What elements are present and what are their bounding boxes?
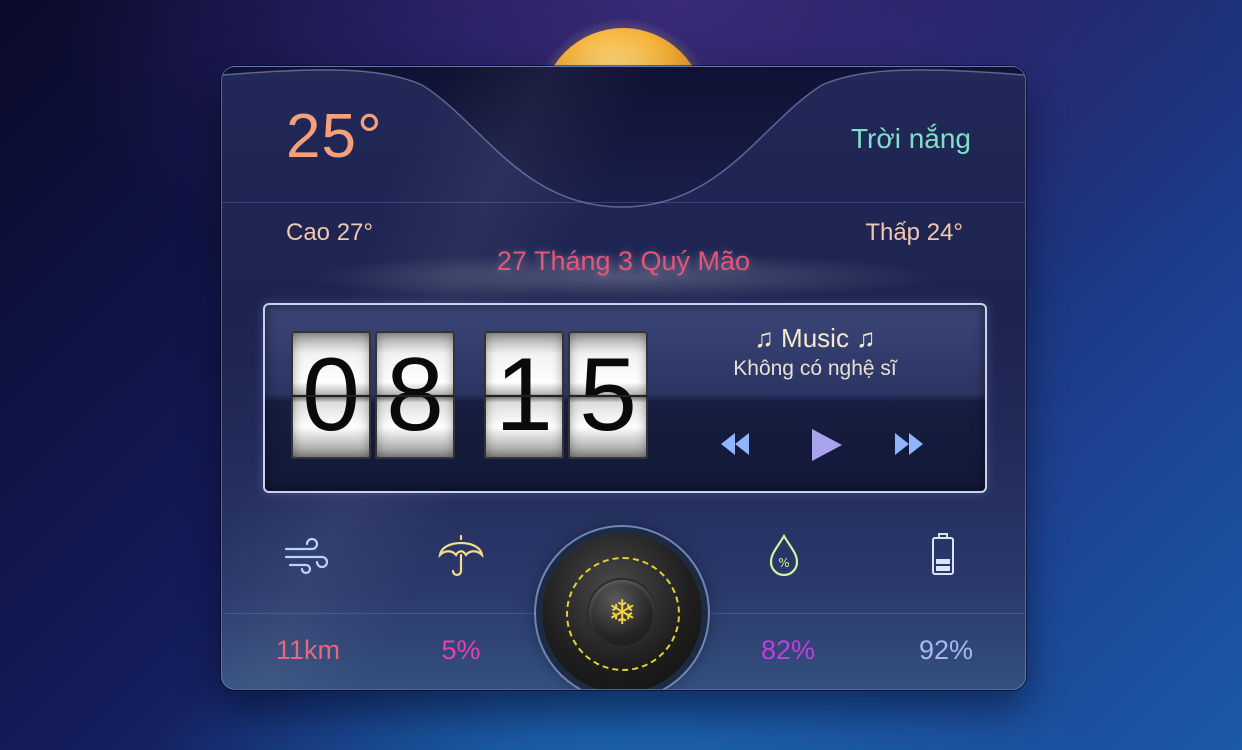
wind-value: 11km <box>275 635 341 665</box>
humidity-drop-icon: % <box>769 533 799 577</box>
rewind-icon[interactable] <box>717 429 753 459</box>
battery-icon <box>932 533 954 575</box>
umbrella-icon <box>438 534 484 577</box>
weather-widget: 25° Trời nắng Cao 27° Thấp 24° 27 Tháng … <box>221 66 1026 690</box>
weather-condition: Trời nắng <box>850 123 971 154</box>
battery-value: 92% <box>918 635 974 665</box>
play-icon[interactable] <box>806 425 846 465</box>
high-temperature: Cao 27° <box>286 219 373 246</box>
hour-ones-digit: 8 <box>375 331 455 459</box>
divider <box>222 202 1025 203</box>
ac-dial[interactable]: ❄ <box>542 533 702 689</box>
minute-ones-digit: 5 <box>568 331 648 459</box>
rain-chance-value: 5% <box>441 635 481 665</box>
clock-hours: 0 8 <box>291 331 455 459</box>
lunar-date: 27 Tháng 3 Quý Mão <box>496 246 751 276</box>
svg-text:%: % <box>778 556 789 570</box>
music-title: ♫ Music ♫ <box>754 323 876 353</box>
clock-music-panel: 0 8 1 5 ♫ Music ♫ Không có nghệ sĩ <box>263 303 987 493</box>
minute-tens-digit: 1 <box>484 331 564 459</box>
snowflake-icon[interactable]: ❄ <box>589 580 655 646</box>
hour-tens-digit: 0 <box>291 331 371 459</box>
low-temperature: Thấp 24° <box>865 219 963 246</box>
fast-forward-icon[interactable] <box>891 429 927 459</box>
clock-minutes: 1 5 <box>484 331 648 459</box>
music-artist: Không có nghệ sĩ <box>733 357 897 380</box>
humidity-value: 82% <box>760 635 816 665</box>
temperature: 25° <box>286 102 383 171</box>
wind-icon <box>284 537 329 575</box>
